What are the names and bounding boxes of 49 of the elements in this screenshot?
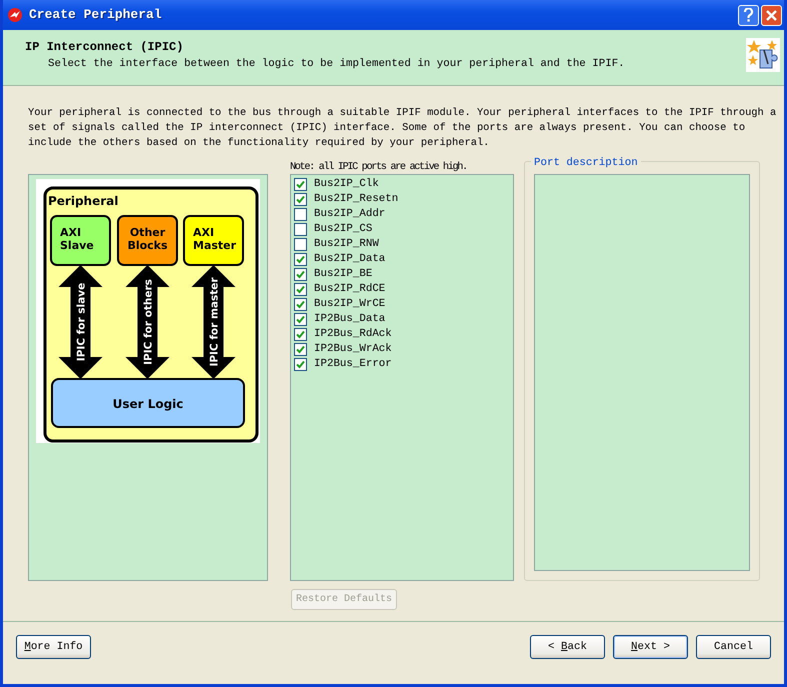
checkbox[interactable] [294,328,307,341]
port-label: Bus2IP_Addr [314,207,386,222]
port-label: IP2Bus_RdAck [314,327,392,342]
checkbox[interactable] [294,283,307,296]
arrow: IPIC for slave [58,265,102,379]
checkbox[interactable] [294,358,307,371]
note-text: Note: all IPIC ports are active high. [290,161,468,174]
port-label: Bus2IP_BE [314,267,372,282]
page-subtitle: Select the interface between the logic to be implemented in your peripheral and the IPIF. [47,57,626,72]
port-label: Bus2IP_RdCE [314,282,386,298]
checkbox[interactable] [294,193,307,206]
window-title: Create Peripheral [29,6,163,24]
close-icon [766,10,777,20]
arrow: IPIC for others [126,265,170,379]
close-button[interactable] [761,4,782,26]
page-title: IP Interconnect (IPIC) [25,39,184,56]
port-label: Bus2IP_Clk [314,177,379,192]
diagram-title: Peripheral [48,194,118,208]
port-label: Bus2IP_WrCE [314,297,386,312]
dialog-button[interactable]: More Info [16,635,91,659]
intro-paragraph: Your peripheral is connected to the bus through a suitable IPIF module. Your peripheral interfaces to the IPIF through a set of signals called the IP interconnect (IPIC) interface. Some of the ports are always present. You can choose to include the others based on the functionality required by your peripheral. [27,106,778,151]
port-label: Bus2IP_Data [314,252,386,268]
checkbox[interactable] [294,178,307,191]
block-label: User Logic [112,397,184,411]
checkbox[interactable] [294,268,307,281]
app-icon [7,7,23,23]
help-icon [743,8,754,22]
checkbox[interactable] [294,313,307,326]
block: AXI Slave [50,215,111,266]
checkbox[interactable] [294,208,307,221]
dialog-button[interactable]: Cancel [696,635,771,659]
checkbox[interactable] [294,298,307,311]
port-label: Bus2IP_Resetn [314,192,398,208]
checkbox[interactable] [294,253,307,266]
wizard-icon [746,38,780,72]
checkbox[interactable] [294,238,307,251]
port-label: Bus2IP_CS [314,222,372,238]
arrow: IPIC for master [192,265,236,379]
dialog-button[interactable]: < Back [530,635,605,659]
port-label: Bus2IP_RNW [314,237,379,252]
block: Other Blocks [117,215,178,266]
checkbox[interactable] [294,343,307,356]
help-button[interactable] [738,4,759,26]
port-label: IP2Bus_Error [314,357,392,372]
dialog-button[interactable]: Next > [613,635,688,659]
port-label: IP2Bus_WrAck [314,342,392,358]
port-label: IP2Bus_Data [314,312,386,328]
checkbox[interactable] [294,223,307,236]
block: AXI Master [183,215,244,266]
